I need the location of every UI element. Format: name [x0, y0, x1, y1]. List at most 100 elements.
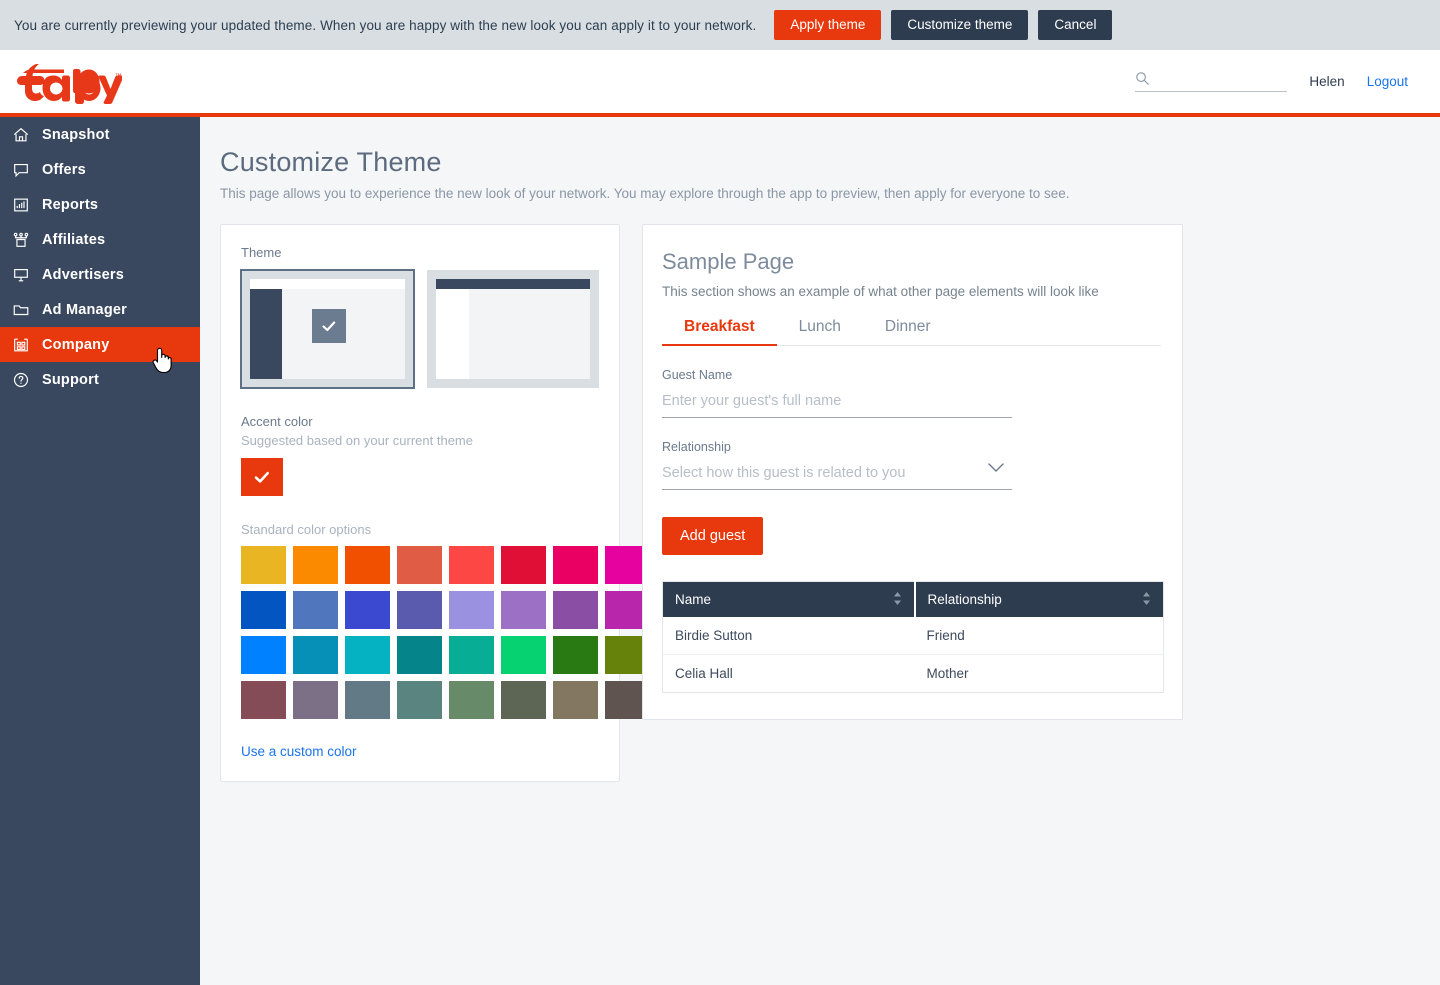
main-content: Customize Theme This page allows you to … — [200, 117, 1440, 985]
column-header-relationship[interactable]: Relationship — [913, 581, 1164, 617]
color-swatch-2-3[interactable] — [397, 636, 442, 674]
sidebar-item-label: Offers — [42, 161, 86, 178]
tapjoy-logo[interactable]: ™ — [16, 60, 122, 104]
tab-lunch[interactable]: Lunch — [777, 316, 863, 345]
color-swatch-1-5[interactable] — [501, 591, 546, 629]
sidebar-item-reports[interactable]: Reports — [0, 187, 200, 222]
relationship-select[interactable] — [662, 465, 1012, 490]
panels: Theme Accent color Suggested based on yo… — [220, 224, 1440, 782]
color-swatch-0-5[interactable] — [501, 546, 546, 584]
customize-theme-button[interactable]: Customize theme — [891, 10, 1029, 40]
theme-panel: Theme Accent color Suggested based on yo… — [220, 224, 650, 782]
color-swatch-1-1[interactable] — [293, 591, 338, 629]
theme-options — [240, 269, 599, 389]
sample-page-title: Sample Page — [662, 249, 795, 274]
cancel-button[interactable]: Cancel — [1038, 10, 1113, 40]
table-row[interactable]: Celia Hall Mother — [662, 654, 1164, 693]
color-swatch-2-0[interactable] — [241, 636, 286, 674]
guest-name-input[interactable] — [662, 393, 1012, 418]
search-input[interactable] — [1156, 71, 1288, 86]
color-swatch-2-1[interactable] — [293, 636, 338, 674]
add-guest-button[interactable]: Add guest — [662, 517, 764, 555]
header-right: Helen Logout — [1135, 71, 1408, 92]
color-swatch-3-5[interactable] — [501, 681, 546, 719]
sort-icon — [1142, 591, 1151, 608]
color-swatch-1-6[interactable] — [553, 591, 598, 629]
theme-label: Theme — [241, 245, 282, 260]
theme-option-top-bar[interactable] — [426, 270, 599, 388]
color-swatch-3-1[interactable] — [293, 681, 338, 719]
preview-banner-message: You are currently previewing your update… — [14, 17, 757, 33]
guest-name-label: Guest Name — [662, 368, 733, 382]
svg-text:™: ™ — [115, 73, 122, 80]
color-swatch-2-2[interactable] — [345, 636, 390, 674]
color-swatch-2-6[interactable] — [553, 636, 598, 674]
color-swatch-0-6[interactable] — [553, 546, 598, 584]
column-header-label: Relationship — [927, 592, 1002, 607]
color-swatch-1-3[interactable] — [397, 591, 442, 629]
sidebar-item-offers[interactable]: Offers — [0, 152, 200, 187]
relationship-label: Relationship — [662, 440, 731, 454]
color-swatch-0-3[interactable] — [397, 546, 442, 584]
sidebar-item-support[interactable]: Support — [0, 362, 200, 397]
table-header-row: Name Relationship — [662, 581, 1164, 617]
theme-selected-check — [312, 309, 346, 343]
guest-name-group: Guest Name — [662, 368, 1012, 418]
page-title: Customize Theme — [220, 147, 442, 177]
color-swatch-1-0[interactable] — [241, 591, 286, 629]
thumb-topbar — [435, 279, 590, 289]
top-header: ™ Helen Logout — [0, 50, 1440, 113]
column-header-name[interactable]: Name — [662, 581, 915, 617]
page-subtitle: This page allows you to experience the n… — [220, 186, 1070, 201]
apply-theme-button[interactable]: Apply theme — [774, 10, 882, 40]
theme-option-left-rail[interactable] — [240, 269, 415, 389]
sidebar-item-label: Ad Manager — [42, 301, 127, 318]
sidebar-item-company[interactable]: Company — [0, 327, 200, 362]
home-icon — [11, 125, 30, 144]
sidebar-item-advertisers[interactable]: Advertisers — [0, 257, 200, 292]
guest-table-body: Birdie Sutton Friend Celia Hall Mother — [662, 617, 1164, 693]
guest-table-head: Name Relationship — [662, 581, 1164, 617]
sidebar-item-label: Company — [42, 336, 110, 353]
use-custom-color-link[interactable]: Use a custom color — [241, 744, 357, 759]
search-box[interactable] — [1135, 71, 1288, 92]
sidebar-item-affiliates[interactable]: Affiliates — [0, 222, 200, 257]
sidebar-item-ad-manager[interactable]: Ad Manager — [0, 292, 200, 327]
color-swatch-3-2[interactable] — [345, 681, 390, 719]
color-swatch-1-4[interactable] — [449, 591, 494, 629]
guest-table: Name Relationship Birdie Sutton Friend C… — [662, 581, 1164, 693]
standard-colors-block: Standard color options — [241, 522, 650, 719]
color-swatch-0-1[interactable] — [293, 546, 338, 584]
color-swatch-0-4[interactable] — [449, 546, 494, 584]
thumb-sidebar — [250, 289, 282, 379]
table-cell: Mother — [914, 654, 1164, 693]
table-cell: Friend — [914, 617, 1164, 655]
table-cell: Birdie Sutton — [662, 617, 915, 655]
sidebar-item-label: Advertisers — [42, 266, 124, 283]
tab-breakfast[interactable]: Breakfast — [662, 316, 777, 346]
thumb-sidebar — [435, 289, 469, 379]
thumb-topbar — [250, 279, 405, 289]
color-swatch-3-3[interactable] — [397, 681, 442, 719]
color-swatch-0-2[interactable] — [345, 546, 390, 584]
color-swatch-3-4[interactable] — [449, 681, 494, 719]
sidebar-item-label: Snapshot — [42, 126, 110, 143]
table-row[interactable]: Birdie Sutton Friend — [662, 617, 1164, 655]
color-swatch-0-0[interactable] — [241, 546, 286, 584]
color-swatch-3-6[interactable] — [553, 681, 598, 719]
sidebar-item-snapshot[interactable]: Snapshot — [0, 117, 200, 152]
logout-link[interactable]: Logout — [1367, 74, 1408, 89]
folder-icon — [11, 300, 30, 319]
color-swatch-2-4[interactable] — [449, 636, 494, 674]
color-swatch-grid — [241, 546, 650, 719]
network-icon — [11, 230, 30, 249]
color-swatch-2-5[interactable] — [501, 636, 546, 674]
column-header-label: Name — [675, 592, 712, 607]
accent-color-swatch[interactable] — [241, 458, 283, 496]
color-swatch-3-0[interactable] — [241, 681, 286, 719]
tab-dinner[interactable]: Dinner — [863, 316, 953, 345]
sidebar-item-label: Reports — [42, 196, 99, 213]
color-swatch-1-2[interactable] — [345, 591, 390, 629]
sidebar-item-label: Affiliates — [42, 231, 106, 248]
sidebar-item-label: Support — [42, 371, 99, 388]
